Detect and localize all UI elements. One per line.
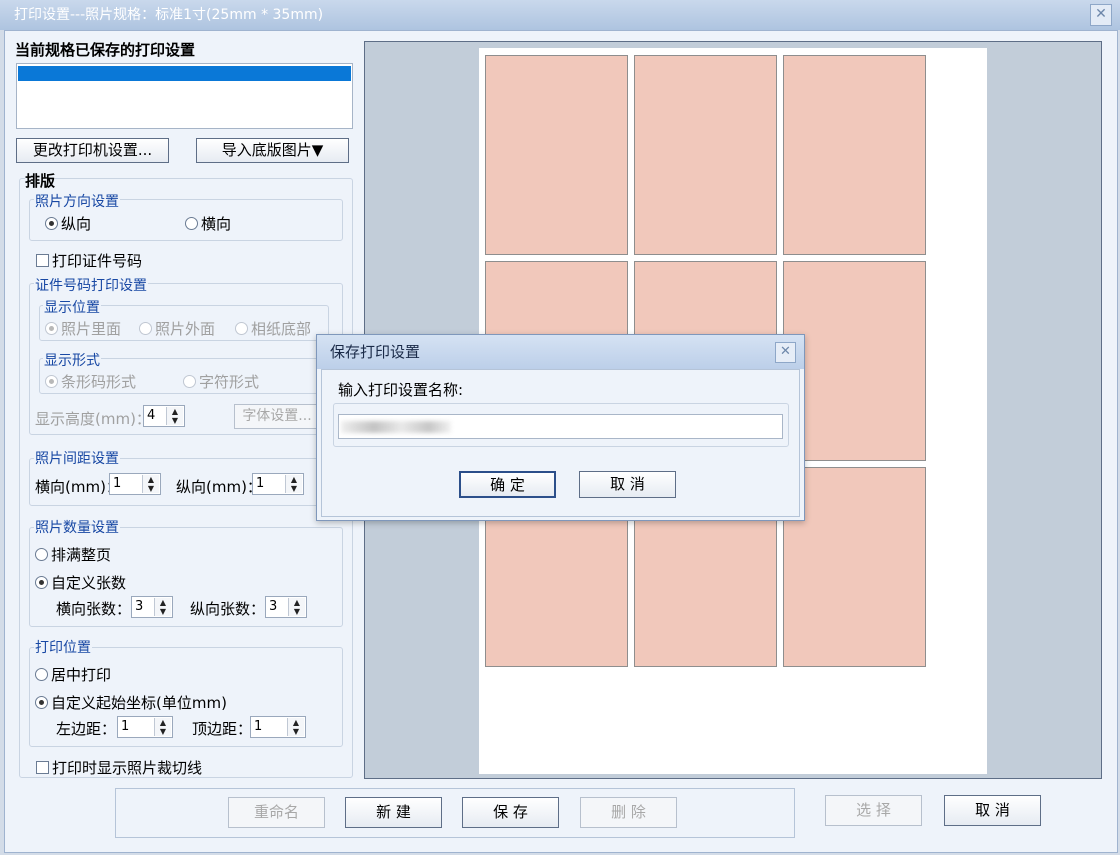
- dialog-title: 保存打印设置: [330, 343, 421, 361]
- setting-name-input[interactable]: [338, 414, 783, 439]
- dialog-ok-button[interactable]: 确 定: [459, 471, 556, 498]
- dialog-body: 输入打印设置名称: 确 定 取 消: [321, 369, 800, 517]
- dialog-prompt: 输入打印设置名称:: [338, 381, 464, 399]
- blurred-input-text: [341, 421, 451, 433]
- save-settings-dialog: 保存打印设置 ✕ 输入打印设置名称: 确 定 取 消: [316, 334, 805, 521]
- dialog-close-icon[interactable]: ✕: [775, 342, 796, 363]
- dialog-titlebar: 保存打印设置 ✕: [317, 335, 804, 369]
- dialog-cancel-button[interactable]: 取 消: [579, 471, 676, 498]
